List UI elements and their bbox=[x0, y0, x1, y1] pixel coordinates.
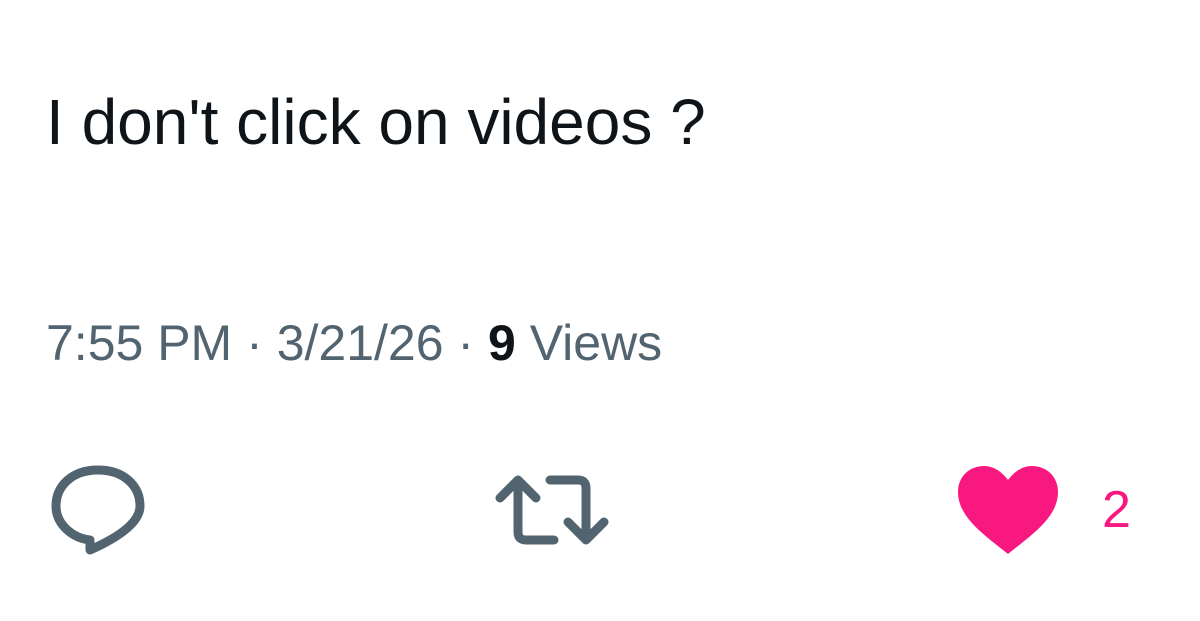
views-count: 9 bbox=[487, 315, 516, 371]
tweet-time[interactable]: 7:55 PM bbox=[46, 315, 232, 371]
reply-button[interactable] bbox=[48, 462, 148, 556]
like-button[interactable]: 2 bbox=[956, 464, 1131, 556]
tweet-meta: 7:55 PM · 3/21/26 · 9 Views bbox=[46, 308, 662, 378]
repost-icon bbox=[495, 475, 609, 545]
like-count: 2 bbox=[1102, 481, 1131, 539]
meta-separator: · bbox=[246, 315, 263, 371]
tweet-date[interactable]: 3/21/26 bbox=[277, 315, 444, 371]
views-label: Views bbox=[529, 315, 663, 371]
repost-button[interactable] bbox=[494, 470, 610, 550]
tweet-text: I don't click on videos ? bbox=[46, 86, 706, 158]
meta-separator: · bbox=[457, 315, 475, 371]
reply-icon bbox=[51, 465, 145, 555]
heart-icon bbox=[958, 466, 1058, 554]
